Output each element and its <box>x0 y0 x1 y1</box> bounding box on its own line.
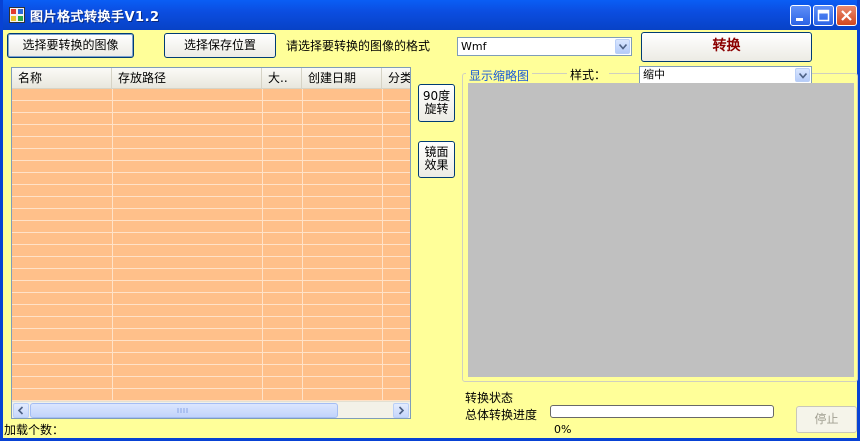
overall-progress-bar <box>550 405 774 418</box>
load-count-label: 加载个数： <box>4 423 65 437</box>
conversion-status-label: 转换状态 <box>465 391 514 405</box>
column-divider <box>302 89 303 401</box>
scroll-thumb[interactable] <box>30 403 338 418</box>
format-select[interactable]: Wmf <box>457 37 632 56</box>
style-select-value: 缩中 <box>643 68 665 81</box>
close-button[interactable] <box>836 5 857 26</box>
rotate-90-button[interactable]: 90度 旋转 <box>418 84 455 122</box>
column-header-size[interactable]: 大.. <box>262 68 302 88</box>
file-list-header: 名称 存放路径 大.. 创建日期 分类 <box>12 68 410 89</box>
app-window: 图片格式转换手V1.2 选择要转换的图像 选择保存位置 请选择要转换的图像的格式… <box>0 0 860 441</box>
scroll-right-button[interactable] <box>393 403 409 418</box>
chevron-down-icon[interactable] <box>615 39 630 54</box>
style-select[interactable]: 缩中 <box>639 66 812 84</box>
title-bar[interactable]: 图片格式转换手V1.2 <box>3 0 857 30</box>
chevron-down-icon[interactable] <box>795 68 810 82</box>
horizontal-scrollbar[interactable] <box>12 401 410 418</box>
format-prompt-label: 请选择要转换的图像的格式 <box>286 39 431 53</box>
rotate-90-label-line2: 旋转 <box>424 102 449 116</box>
file-list-rows[interactable] <box>12 89 410 401</box>
select-save-location-button[interactable]: 选择保存位置 <box>164 33 276 58</box>
column-header-created-date[interactable]: 创建日期 <box>302 68 382 88</box>
window-title: 图片格式转换手V1.2 <box>30 10 160 25</box>
style-label: 样式： <box>567 66 610 83</box>
column-header-path[interactable]: 存放路径 <box>112 68 262 88</box>
column-header-name[interactable]: 名称 <box>12 68 112 88</box>
thumbnail-group-title: 显示缩略图 <box>466 67 533 84</box>
progress-percent: 0% <box>554 423 572 436</box>
minimize-button[interactable] <box>790 5 811 26</box>
column-divider <box>112 89 113 401</box>
maximize-button[interactable] <box>813 5 834 26</box>
column-divider <box>382 89 383 401</box>
file-list[interactable]: 名称 存放路径 大.. 创建日期 分类 <box>11 67 411 419</box>
select-image-button[interactable]: 选择要转换的图像 <box>7 33 134 58</box>
app-icon <box>9 7 25 23</box>
column-divider <box>262 89 263 401</box>
convert-button[interactable]: 转换 <box>641 32 812 62</box>
thumbnail-preview <box>468 83 854 377</box>
format-select-value: Wmf <box>461 40 487 53</box>
scroll-left-button[interactable] <box>13 403 29 418</box>
mirror-effect-label-line2: 效果 <box>424 158 449 172</box>
mirror-effect-button[interactable]: 镜面 效果 <box>418 141 455 178</box>
overall-progress-label: 总体转换进度 <box>465 408 538 422</box>
column-header-category[interactable]: 分类 <box>382 68 410 88</box>
stop-button[interactable]: 停止 <box>796 406 857 433</box>
